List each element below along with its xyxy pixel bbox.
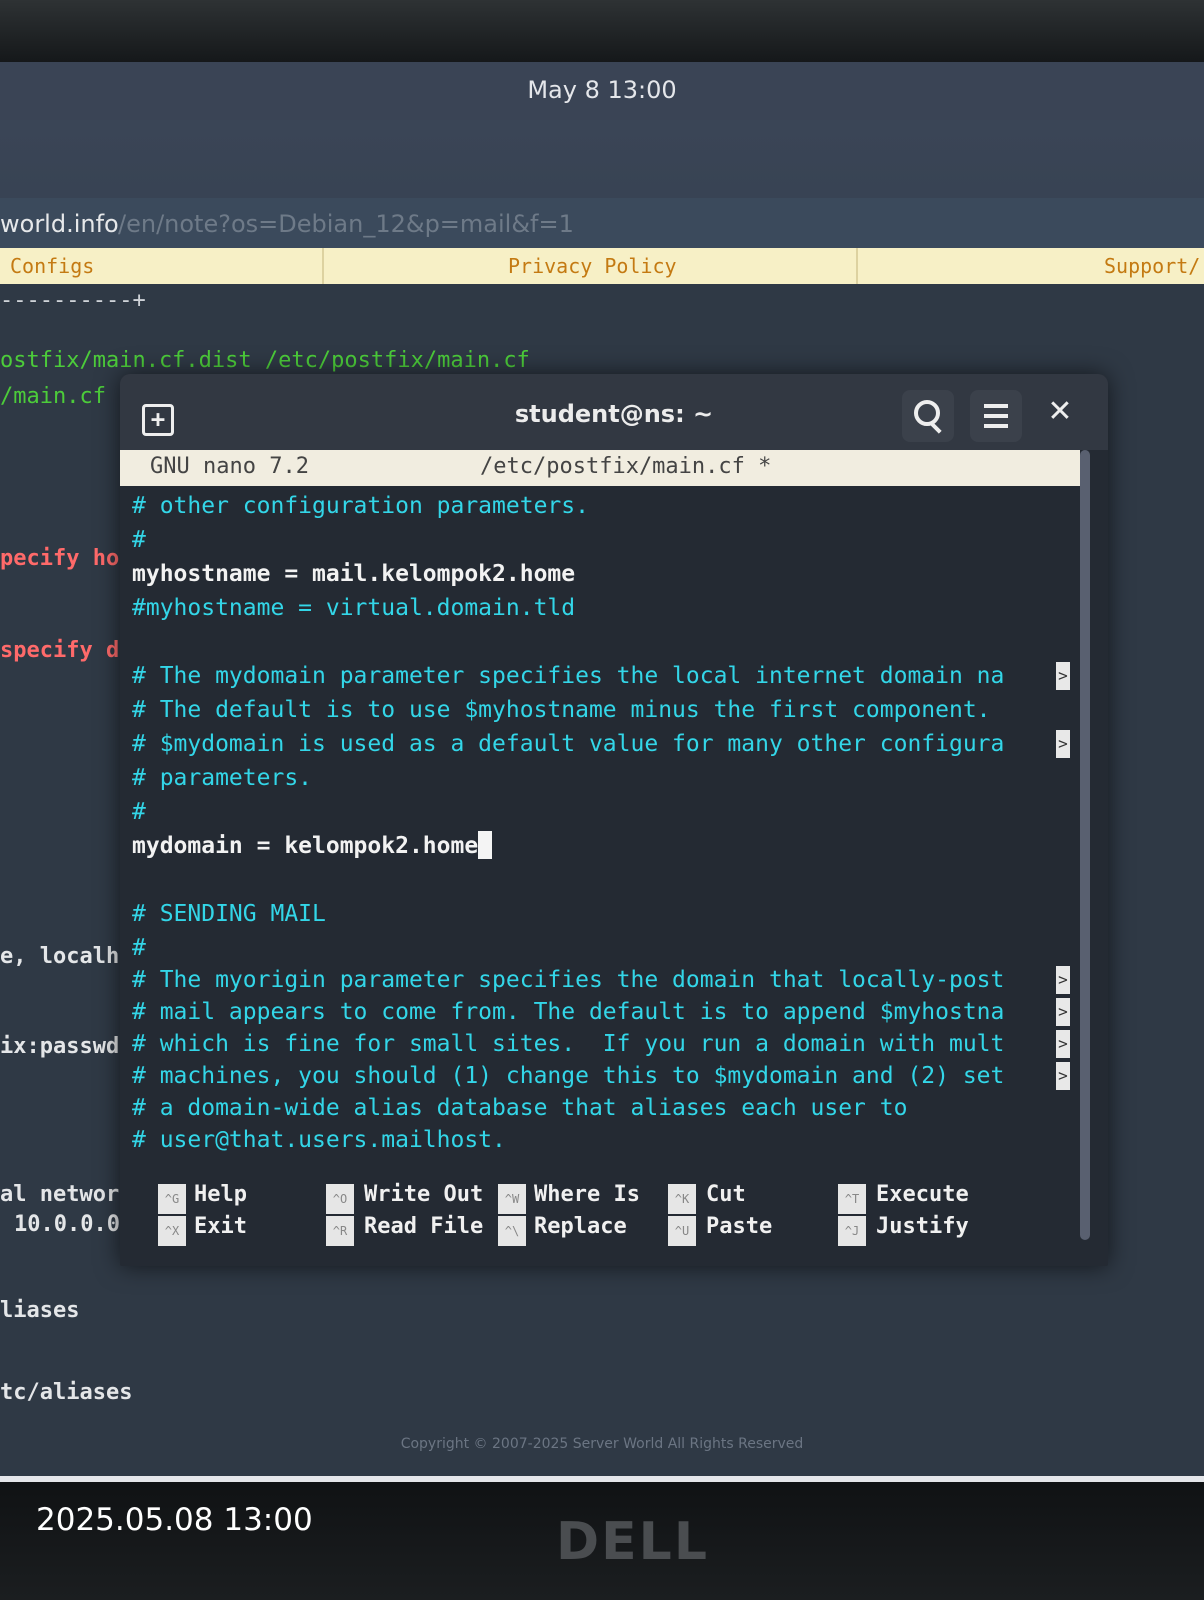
text-local-network: al network xyxy=(0,1182,133,1207)
terminal-title: student@ns: ~ xyxy=(514,400,714,428)
search-icon xyxy=(914,400,940,426)
terminal-scrollbar[interactable] xyxy=(1080,450,1090,1240)
nano-version: GNU nano 7.2 xyxy=(150,454,309,479)
gnome-top-bar: May 8 13:00 xyxy=(0,62,1204,120)
close-window-button[interactable]: ✕ xyxy=(1040,392,1080,432)
command-edit-config: /main.cf xyxy=(0,384,106,409)
menu-button[interactable] xyxy=(970,390,1022,442)
shortcut-write-out[interactable]: Write Out xyxy=(364,1182,483,1207)
shortcut-key-paste: ^U xyxy=(668,1216,696,1246)
table-rule: ----------+ xyxy=(0,288,146,313)
shortcut-justify[interactable]: Justify xyxy=(876,1214,969,1239)
search-button[interactable] xyxy=(902,390,954,442)
text-cursor xyxy=(478,831,493,859)
mydomain-text: mydomain = kelompok2.home xyxy=(132,833,479,859)
monitor-bezel-top xyxy=(0,0,1204,62)
nav-link-configs[interactable]: Configs xyxy=(10,254,94,278)
editor-line[interactable]: # a domain-wide alias database that alia… xyxy=(132,1092,907,1124)
editor-line[interactable]: # The myorigin parameter specifies the d… xyxy=(132,964,1004,996)
shortcut-execute[interactable]: Execute xyxy=(876,1182,969,1207)
editor-line[interactable]: # mail appears to come from. The default… xyxy=(132,996,1004,1028)
shortcut-where-is[interactable]: Where Is xyxy=(534,1182,640,1207)
line-truncation-marker: > xyxy=(1056,662,1070,690)
shortcut-key-execute: ^T xyxy=(838,1184,866,1214)
text-aliases: liases xyxy=(0,1298,80,1323)
editor-line[interactable]: # other configuration parameters. xyxy=(132,490,589,522)
shortcut-read-file[interactable]: Read File xyxy=(364,1214,483,1239)
shortcut-paste[interactable]: Paste xyxy=(706,1214,772,1239)
comment-specify-host: pecify ho: xyxy=(0,546,133,571)
editor-line[interactable]: # xyxy=(132,524,146,556)
line-truncation-marker: > xyxy=(1056,998,1070,1026)
editor-line[interactable]: # The default is to use $myhostname minu… xyxy=(132,694,991,726)
text-etc-aliases: tc/aliases xyxy=(0,1380,133,1405)
shortcut-exit[interactable]: Exit xyxy=(194,1214,247,1239)
terminal-header-bar[interactable]: + student@ns: ~ ✕ xyxy=(120,374,1108,450)
nav-divider xyxy=(856,248,858,284)
nav-link-support[interactable]: Support/ xyxy=(1104,254,1200,278)
line-truncation-marker: > xyxy=(1056,1062,1070,1090)
url-host[interactable]: world.info xyxy=(0,210,119,238)
editor-line[interactable]: # $mydomain is used as a default value f… xyxy=(132,728,1004,760)
editor-line-sending-mail[interactable]: # SENDING MAIL xyxy=(132,898,326,930)
editor-line[interactable]: #myhostname = virtual.domain.tld xyxy=(132,592,575,624)
nav-link-privacy-policy[interactable]: Privacy Policy xyxy=(508,254,677,278)
command-copy-config: ostfix/main.cf.dist /etc/postfix/main.cf xyxy=(0,348,530,373)
monitor-brand-logo: DELL xyxy=(556,1512,709,1572)
editor-line[interactable]: # xyxy=(132,932,146,964)
copyright-notice: Copyright © 2007-2025 Server World All R… xyxy=(400,1436,804,1452)
line-truncation-marker: > xyxy=(1056,1030,1070,1058)
nano-filename: /etc/postfix/main.cf * xyxy=(480,454,772,479)
hamburger-menu-icon xyxy=(984,404,1008,408)
editor-line[interactable]: # machines, you should (1) change this t… xyxy=(132,1060,1004,1092)
top-bar-clock[interactable]: May 8 13:00 xyxy=(0,76,1204,104)
shortcut-key-replace: ^\ xyxy=(498,1216,526,1246)
shortcut-key-justify: ^J xyxy=(838,1216,866,1246)
nano-title-bar: GNU nano 7.2 /etc/postfix/main.cf * xyxy=(120,450,1080,486)
shortcut-key-read-file: ^R xyxy=(326,1216,354,1246)
editor-line[interactable]: # parameters. xyxy=(132,762,312,794)
editor-line[interactable]: # user@that.users.mailhost. xyxy=(132,1124,506,1156)
shortcut-key-where-is: ^W xyxy=(498,1184,526,1214)
line-truncation-marker: > xyxy=(1056,730,1070,758)
editor-line[interactable]: # which is fine for small sites. If you … xyxy=(132,1028,1004,1060)
nav-divider xyxy=(322,248,324,284)
terminal-window[interactable]: + student@ns: ~ ✕ GNU nano 7.2 /etc/post… xyxy=(120,374,1108,1266)
shortcut-key-exit: ^X xyxy=(158,1216,186,1246)
editor-line-myhostname[interactable]: myhostname = mail.kelompok2.home xyxy=(132,558,575,590)
shortcut-replace[interactable]: Replace xyxy=(534,1214,627,1239)
editor-line-mydomain[interactable]: mydomain = kelompok2.home xyxy=(132,830,493,862)
line-truncation-marker: > xyxy=(1056,966,1070,994)
url-path[interactable]: /en/note?os=Debian_12&p=mail&f=1 xyxy=(118,210,574,238)
shortcut-key-cut: ^K xyxy=(668,1184,696,1214)
shortcut-key-help: ^G xyxy=(158,1184,186,1214)
shortcut-key-write-out: ^O xyxy=(326,1184,354,1214)
editor-line[interactable]: # The mydomain parameter specifies the l… xyxy=(132,660,1004,692)
shortcut-help[interactable]: Help xyxy=(194,1182,247,1207)
photo-timestamp: 2025.05.08 13:00 xyxy=(36,1502,313,1538)
shortcut-cut[interactable]: Cut xyxy=(706,1182,746,1207)
editor-line[interactable]: # xyxy=(132,796,146,828)
comment-specify-domain: specify d xyxy=(0,638,120,663)
